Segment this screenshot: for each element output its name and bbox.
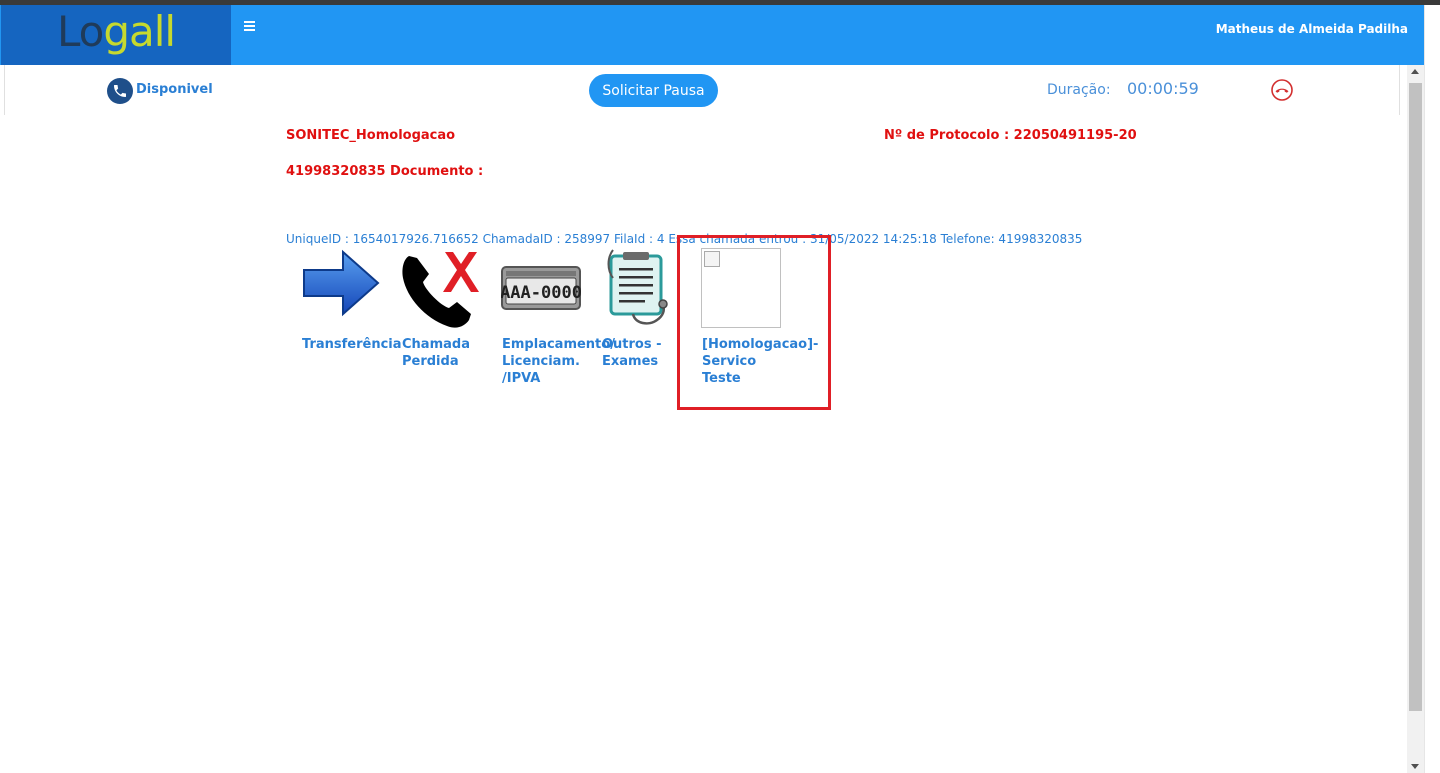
window-right-edge <box>1424 5 1440 773</box>
missed-call-action[interactable]: Chamada Perdida <box>401 248 491 378</box>
hang-up-icon[interactable] <box>1271 79 1293 101</box>
plate-licensing-label: Emplacamento/ Licenciam. /IPVA <box>502 336 615 387</box>
vertical-scrollbar[interactable] <box>1407 65 1424 773</box>
arrow-right-icon <box>301 248 381 322</box>
top-navbar: Logall Matheus de Almeida Padilha <box>0 5 1424 65</box>
queue-name: SONITEC_Homologacao <box>286 128 456 143</box>
protocol-number: Nº de Protocolo : 22050491195-20 <box>884 128 1137 143</box>
scroll-thumb[interactable] <box>1409 83 1422 711</box>
missed-call-icon <box>401 248 483 334</box>
scroll-down-icon[interactable] <box>1411 764 1419 769</box>
logo-text-dark: Lo <box>57 7 104 56</box>
clipboard-stethoscope-icon <box>603 248 669 332</box>
caller-phone-document: 41998320835 Documento : <box>286 164 484 179</box>
logo-text-accent: gall <box>103 7 176 56</box>
transfer-label-line: Transferência <box>302 337 402 352</box>
test-service-label: [Homologacao]- Servico Teste <box>702 336 818 387</box>
missed-call-label-line-1: Chamada <box>402 337 470 352</box>
broken-image-glyph <box>704 251 720 267</box>
test-service-label-line-2: Servico <box>702 354 757 369</box>
plate-licensing-label-line-2: Licenciam. <box>502 354 580 369</box>
duration-label: Duração: <box>1047 82 1111 98</box>
plate-text: AAA-0000 <box>501 283 581 303</box>
agent-status: Disponivel <box>136 82 213 97</box>
plate-licensing-action[interactable]: AAA-0000 Emplacamento/ Licenciam. /IPVA <box>500 248 615 388</box>
license-plate-icon: AAA-0000 <box>500 266 582 314</box>
plate-licensing-label-line-3: /IPVA <box>502 371 541 386</box>
broken-image-icon <box>701 248 781 328</box>
logo[interactable]: Logall <box>1 5 231 65</box>
transfer-action[interactable]: Transferência <box>301 248 402 358</box>
phone-icon <box>107 78 133 104</box>
plate-licensing-label-line-1: Emplacamento/ <box>502 337 615 352</box>
test-service-action[interactable]: [Homologacao]- Servico Teste <box>701 248 818 388</box>
user-name[interactable]: Matheus de Almeida Padilha <box>1216 22 1408 36</box>
logo-text: Logall <box>57 7 176 56</box>
request-pause-button[interactable]: Solicitar Pausa <box>589 74 718 107</box>
transfer-label: Transferência <box>302 336 402 353</box>
other-exams-action[interactable]: Outros - Exames <box>601 248 673 378</box>
test-service-label-line-3: Teste <box>702 371 741 386</box>
other-exams-label-line-1: Outros - <box>602 337 662 352</box>
other-exams-label: Outros - Exames <box>602 336 662 370</box>
missed-call-label-line-2: Perdida <box>402 354 459 369</box>
call-status-bar: Disponivel Solicitar Pausa Duração: 00:0… <box>4 65 1400 115</box>
duration-timer: 00:00:59 <box>1127 79 1199 98</box>
call-details: UniqueID : 1654017926.716652 ChamadaID :… <box>286 232 1083 246</box>
missed-call-label: Chamada Perdida <box>402 336 470 370</box>
scroll-up-icon[interactable] <box>1411 69 1419 74</box>
test-service-label-line-1: [Homologacao]- <box>702 337 819 352</box>
other-exams-label-line-2: Exames <box>602 354 659 369</box>
hamburger-icon[interactable] <box>244 19 255 35</box>
